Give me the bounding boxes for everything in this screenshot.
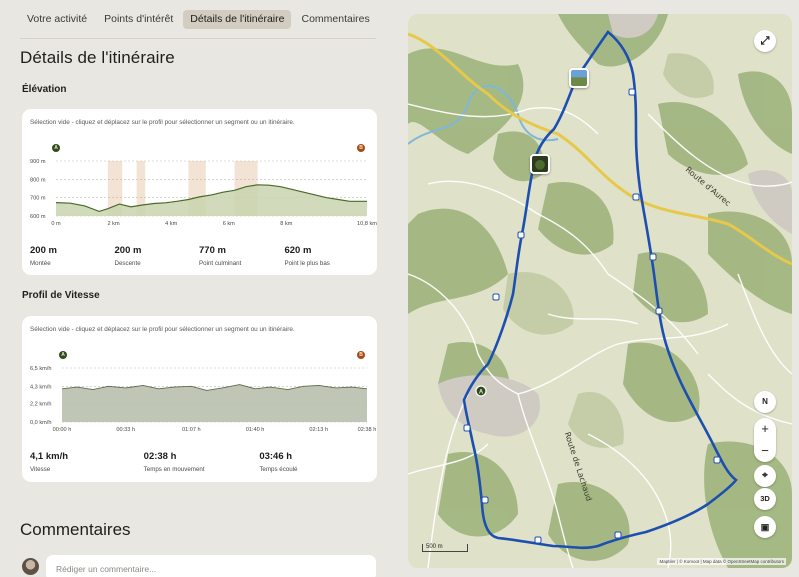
map-start-marker[interactable]: A [479,390,484,396]
y-tick-label: 700 m [30,196,46,202]
x-tick-label: 2 km [108,221,120,227]
speed-chart[interactable]: 6,5 km/h 4,3 km/h 2,2 km/h 0,0 km/h00:00 h 0… [22,316,377,441]
speed-area [62,384,367,422]
photo-thumbnail-2[interactable] [530,154,550,174]
y-tick-label: 2,2 km/h [30,402,51,408]
x-tick-label: 0 m [51,221,61,227]
stat-highest-point: 770 m Point culminant [199,245,242,267]
y-tick-label: 6,5 km/h [30,366,51,372]
speed-card[interactable]: Sélection vide - cliquez et déplacez sur… [22,316,377,482]
x-tick-label: 02:38 h [358,427,377,433]
speed-title: Profil de Vitesse [22,290,100,301]
tab-route-details[interactable]: Détails de l'itinéraire [183,10,292,29]
x-tick-label: 8 km [280,221,292,227]
x-tick-label: 01:07 h [182,427,201,433]
elevation-stats: 200 m Montée 200 m Descente 770 m Point cul… [30,245,369,267]
x-tick-label: 00:33 h [116,427,135,433]
page-title: Détails de l'itinéraire [20,48,175,67]
zoom-out-button[interactable]: − [754,440,776,462]
elevation-area [56,184,367,216]
x-tick-label: 4 km [165,221,177,227]
y-tick-label: 900 m [30,159,46,165]
tab-activity[interactable]: Votre activité [20,10,94,29]
map-attribution[interactable]: Maptiler | © Komoot | Map data © OpenStr… [657,558,786,565]
3d-button[interactable]: 3D [754,488,776,510]
x-tick-label: 00:00 h [53,427,72,433]
speed-stats: 4,1 km/h Vitesse 02:38 h Temps en mouvemen… [30,451,369,473]
tab-points-of-interest[interactable]: Points d'intérêt [97,10,180,29]
x-tick-label: 01:40 h [246,427,265,433]
zoom-in-button[interactable]: + [754,418,776,440]
y-tick-label: 600 m [30,214,46,220]
elevation-chart[interactable]: 900 m 800 m 700 m 600 m 0 m 2 km 4 km 6 km 8 km 1… [22,109,377,234]
x-tick-label: 10,8 km [357,221,377,227]
map-scale: 500 m [422,544,468,552]
elevation-card[interactable]: Sélection vide - cliquez et déplacez sur… [22,109,377,275]
map-canvas[interactable]: A [408,14,792,568]
stat-lowest-point: 620 m Point le plus bas [284,245,330,267]
x-tick-label: 02:13 h [309,427,328,433]
details-panel: Votre activité Points d'intérêt Détails … [0,0,392,577]
tab-bar: Votre activité Points d'intérêt Détails … [20,10,377,29]
comments-title: Commentaires [20,520,131,539]
y-tick-label: 0,0 km/h [30,420,51,426]
avatar [22,558,39,575]
fullscreen-button[interactable]: ⤢ [754,30,776,52]
y-tick-label: 800 m [30,177,46,183]
recenter-icon[interactable]: ⌖ [754,465,776,487]
stat-elapsed-time: 03:46 h Temps écoulé [259,451,298,473]
route-map[interactable]: A Route d'Aurec Route de Lachaud ⤢ N + −… [408,14,792,568]
comment-input[interactable]: Rédiger un commentaire... [46,555,376,577]
stat-moving-time: 02:38 h Temps en mouvement [143,451,205,473]
stat-speed: 4,1 km/h Vitesse [30,451,69,473]
stat-descent: 200 m Descente [114,245,142,267]
tab-comments[interactable]: Commentaires [294,10,376,29]
y-tick-label: 4,3 km/h [30,384,51,390]
tab-divider [20,38,376,39]
compass-button[interactable]: N [754,391,776,413]
stat-ascent: 200 m Montée [30,245,57,267]
x-tick-label: 6 km [223,221,235,227]
zoom-controls: + − [754,418,776,462]
photo-toggle-icon[interactable]: ▣ [754,516,776,538]
photo-thumbnail-1[interactable] [569,68,589,88]
elevation-title: Élévation [22,84,67,95]
